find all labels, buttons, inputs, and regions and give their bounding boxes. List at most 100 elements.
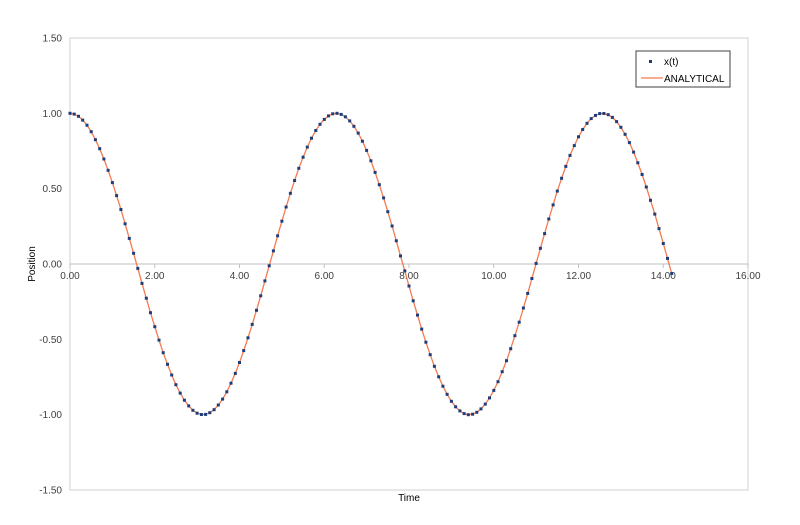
data-point-xt: [322, 117, 326, 121]
data-point-xt: [225, 390, 229, 394]
data-point-xt: [530, 277, 534, 280]
data-point-xt: [195, 411, 199, 415]
data-point-xt: [377, 183, 381, 187]
data-point-xt: [585, 121, 589, 125]
data-point-xt: [136, 266, 140, 270]
data-point-xt: [564, 164, 568, 168]
data-point-xt: [551, 203, 555, 207]
data-point-xt: [119, 208, 123, 211]
y-tick-label: -1.00: [39, 410, 62, 421]
data-point-xt: [263, 279, 267, 283]
data-point-xt: [496, 380, 500, 384]
y-tick-label: -1.50: [39, 486, 62, 497]
data-point-xt: [246, 336, 250, 340]
data-point-xt: [475, 410, 479, 414]
data-point-xt: [483, 402, 487, 406]
data-point-xt: [115, 194, 119, 198]
data-point-xt: [267, 264, 271, 268]
chart-container: 1.50 1.00 0.50 0.00 -0.50 -1.00 -1.50 0.00 2.00…: [0, 0, 800, 525]
data-point-xt: [182, 398, 186, 402]
data-point-xt: [157, 338, 161, 342]
data-point-xt: [589, 117, 593, 121]
data-point-xt: [534, 261, 538, 265]
data-point-xt: [233, 371, 237, 375]
data-point-xt: [428, 353, 432, 357]
data-point-xt: [327, 114, 330, 118]
x-tick-label: 4.00: [230, 271, 250, 282]
data-point-xt: [250, 322, 254, 326]
data-point-xt: [657, 227, 661, 231]
data-point-xt: [271, 249, 275, 253]
data-point-xt: [577, 135, 580, 139]
data-point-xt: [81, 118, 85, 122]
data-point-xt: [602, 112, 606, 115]
data-point-xt: [594, 113, 597, 117]
data-point-xt: [212, 408, 216, 412]
y-axis-title: Position: [27, 246, 38, 282]
data-point-xt: [449, 399, 453, 403]
y-tick-label: 0.50: [43, 184, 63, 195]
data-point-xt: [610, 115, 614, 119]
data-point-xt: [276, 234, 280, 238]
data-point-xt: [488, 396, 491, 400]
data-point-xt: [89, 130, 93, 134]
data-point-xt: [441, 384, 445, 388]
legend-label-analytical: ANALYTICAL: [664, 74, 725, 85]
data-point-xt: [661, 242, 665, 245]
data-point-xt: [437, 375, 441, 379]
data-point-xt: [132, 251, 136, 255]
data-point-xt: [356, 131, 360, 135]
x-tick-label: 8.00: [399, 271, 419, 282]
data-point-xt: [386, 210, 390, 214]
data-point-xt: [352, 124, 356, 128]
y-tick-label: 1.50: [43, 34, 63, 45]
data-point-xt: [284, 205, 288, 209]
data-point-xt: [365, 148, 369, 152]
data-point-xt: [314, 129, 318, 132]
data-point-xt: [513, 334, 517, 338]
data-point-xt: [127, 236, 131, 240]
data-point-xt: [670, 272, 674, 275]
data-point-xt: [288, 191, 292, 195]
data-point-xt: [653, 212, 657, 216]
data-point-xt: [242, 349, 246, 353]
data-point-xt: [85, 123, 89, 127]
data-point-xt: [360, 139, 364, 143]
data-point-xt: [623, 132, 627, 136]
data-point-xt: [466, 413, 470, 417]
data-point-xt: [297, 166, 301, 170]
data-point-xt: [649, 198, 652, 202]
chart-svg: 1.50 1.00 0.50 0.00 -0.50 -1.00 -1.50 0.00 2.00…: [27, 34, 761, 505]
data-point-xt: [331, 112, 335, 116]
data-point-xt: [407, 284, 411, 288]
data-point-xt: [390, 224, 394, 228]
data-point-xt: [110, 181, 114, 185]
data-point-xt: [229, 381, 233, 385]
data-point-xt: [93, 138, 97, 142]
data-point-xt: [339, 112, 343, 116]
data-point-xt: [382, 196, 386, 200]
data-point-xt: [72, 112, 76, 116]
data-point-xt: [216, 403, 220, 407]
data-point-xt: [543, 232, 547, 236]
data-point-xt: [178, 391, 182, 395]
data-point-xt: [394, 239, 398, 243]
data-point-xt: [509, 347, 513, 351]
data-point-xt: [581, 128, 585, 131]
data-point-xt: [318, 122, 322, 126]
data-point-xt: [403, 269, 407, 273]
x-tick-label: 2.00: [145, 271, 165, 282]
data-point-xt: [632, 150, 636, 154]
data-point-xt: [636, 161, 640, 165]
data-point-xt: [547, 217, 551, 221]
legend: x(t) ANALYTICAL: [635, 50, 731, 88]
y-tick-label: -0.50: [39, 335, 62, 346]
data-point-xt: [187, 404, 191, 408]
data-point-xt: [598, 112, 602, 116]
data-point-xt: [619, 125, 623, 129]
x-tick-label: 6.00: [315, 271, 335, 282]
data-point-xt: [462, 412, 466, 416]
x-tick-label: 16.00: [735, 271, 760, 282]
data-point-xt: [255, 308, 258, 312]
data-point-xt: [77, 114, 80, 118]
